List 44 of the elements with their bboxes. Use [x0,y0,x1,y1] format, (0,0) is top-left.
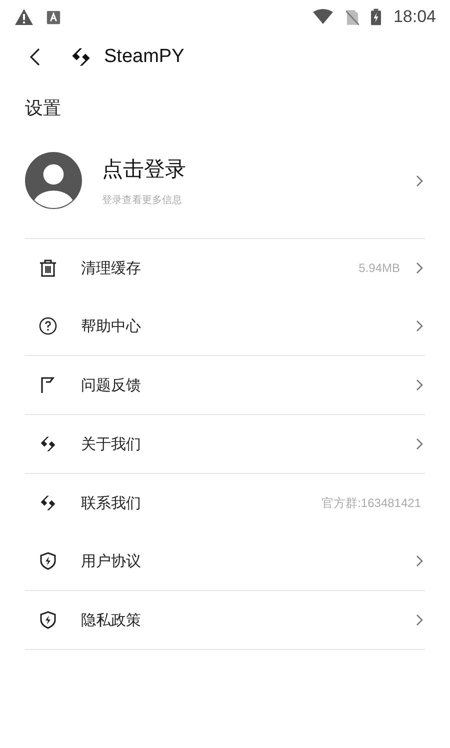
login-row[interactable]: 点击登录 登录查看更多信息 [25,126,425,239]
warning-icon [14,8,34,26]
login-hint: 登录查看更多信息 [102,194,183,206]
back-icon[interactable] [30,48,40,66]
status-time: 18:04 [393,7,436,27]
item-label: 用户协议 [81,552,142,570]
chevron-icon [416,320,423,332]
item-label: 帮助中心 [81,316,142,336]
logo-icon [39,435,57,453]
settings-item[interactable]: 清理缓存 5.94MB [25,239,425,297]
wifi-icon [312,9,334,25]
item-value: 官方群:163481421 [322,494,421,512]
trash-icon [39,259,57,277]
logo-icon [70,46,92,68]
shield-icon [39,611,57,629]
flag-icon [39,376,57,394]
settings-item[interactable]: 问题反馈 [25,356,425,415]
item-label: 问题反馈 [81,376,142,394]
notification-icon [46,10,61,24]
item-label: 联系我们 [81,494,142,512]
shield-icon [39,552,57,570]
chevron-icon [416,614,423,626]
app-title: SteamPY [104,46,184,68]
item-value: 5.94MB [358,261,400,275]
settings-item[interactable]: 帮助中心 [25,297,425,356]
help-icon [39,317,57,335]
settings-item[interactable]: 联系我们 官方群:163481421 [25,474,425,532]
settings-item[interactable]: 关于我们 [25,415,425,474]
section-title: 设置 [24,97,62,121]
settings-item[interactable]: 用户协议 [25,532,425,591]
chevron-icon [416,379,423,391]
no-sim-icon [346,8,360,26]
battery-icon [371,8,382,26]
chevron-icon [416,555,423,567]
login-title: 点击登录 [102,156,187,182]
item-label: 隐私政策 [81,610,142,630]
chevron-icon [416,174,423,186]
logo-icon [39,494,57,512]
chevron-icon [416,438,423,450]
settings-item[interactable]: 隐私政策 [25,591,425,650]
chevron-icon [416,262,423,274]
avatar-icon [25,152,82,209]
item-label: 关于我们 [81,434,142,454]
item-label: 清理缓存 [81,258,142,278]
